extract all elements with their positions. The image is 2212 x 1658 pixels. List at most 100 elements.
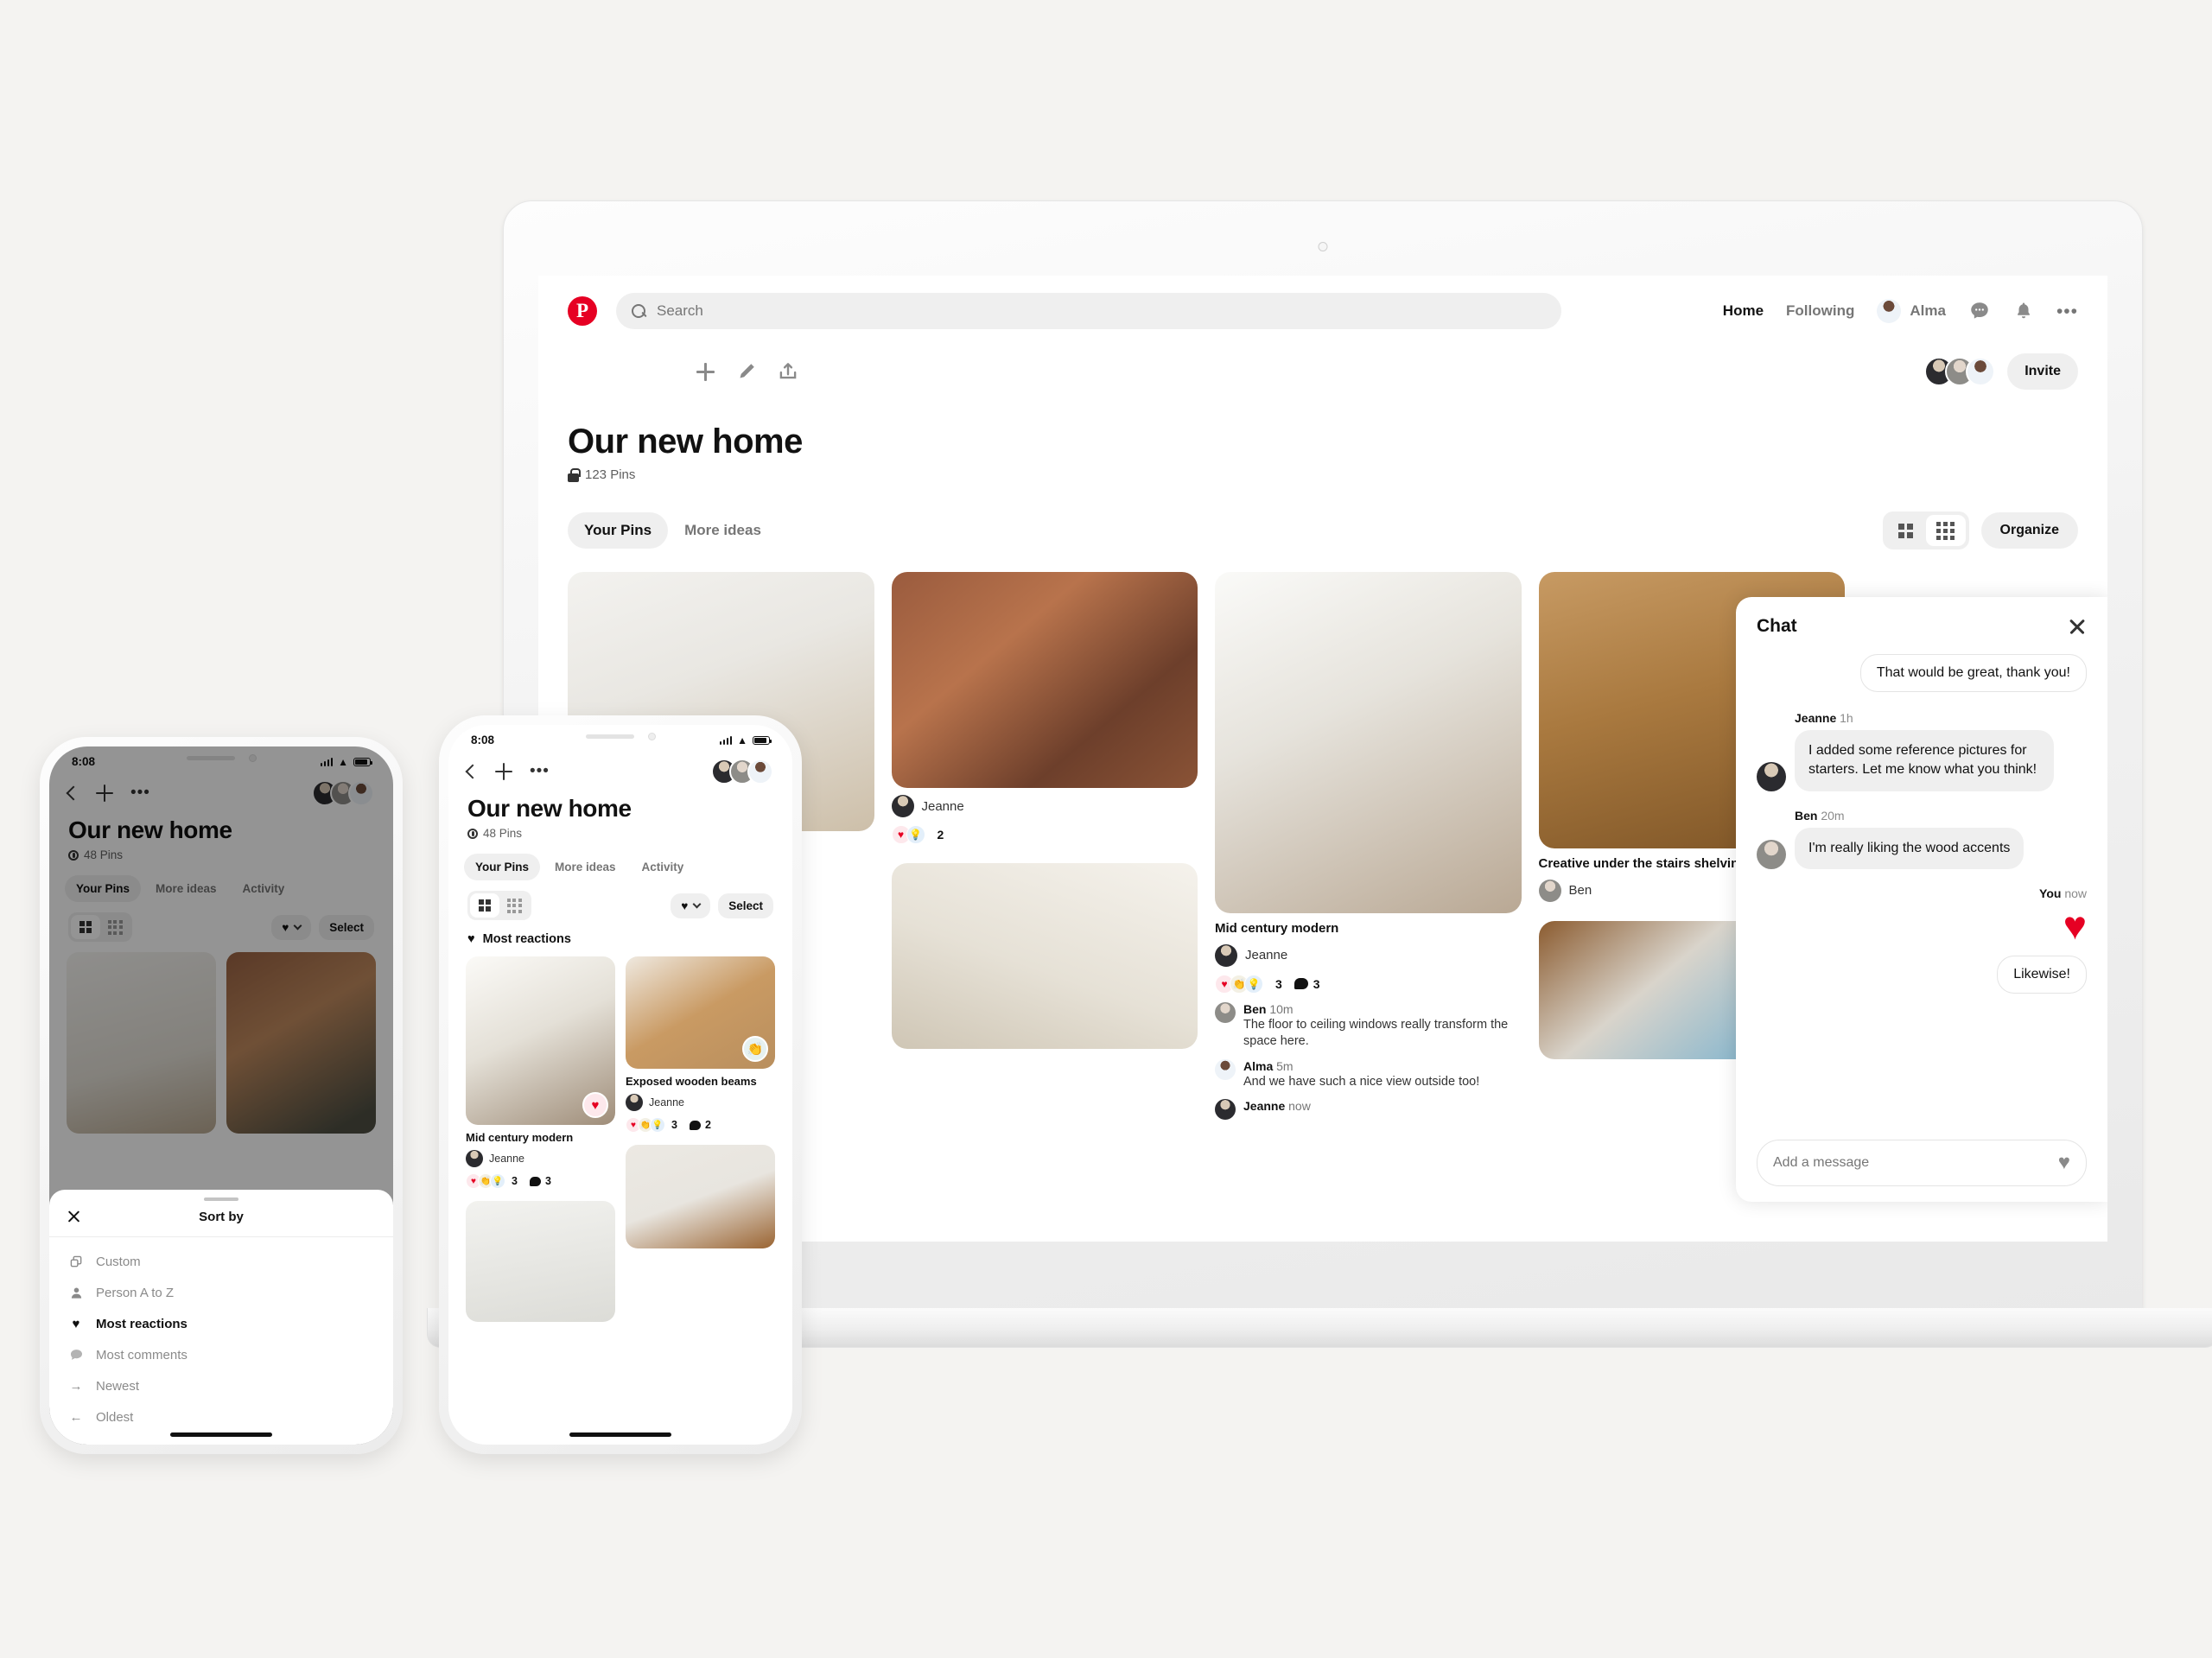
- pin-image[interactable]: [626, 1145, 775, 1249]
- chat-message-incoming: Ben 20m I'm really liking the wood accen…: [1757, 808, 2087, 870]
- chat-time: 20m: [1821, 808, 1845, 823]
- pin-image: [891, 863, 1198, 1049]
- comment-text: And we have such a nice view outside too…: [1243, 1074, 1480, 1089]
- sort-dropdown[interactable]: ♥: [671, 893, 711, 918]
- search-input[interactable]: Search: [616, 293, 1561, 329]
- sort-option-custom[interactable]: Custom: [49, 1246, 393, 1277]
- avatar: [1215, 1099, 1236, 1121]
- plus-icon[interactable]: [694, 360, 716, 383]
- chat-bubble-icon[interactable]: [1968, 300, 1991, 322]
- chat-input[interactable]: Add a message ♥: [1757, 1140, 2087, 1186]
- nav-following[interactable]: Following: [1786, 302, 1854, 320]
- tab-more-ideas[interactable]: More ideas: [668, 512, 778, 549]
- comment-time: now: [1288, 1099, 1311, 1114]
- pin-author-name: Jeanne: [1245, 948, 1288, 963]
- screenshot-stage: P Search Home Following Alma ••• Invite …: [0, 0, 2212, 1658]
- heart-icon: ♥: [2063, 903, 2087, 949]
- avatar: [1215, 1058, 1236, 1080]
- front-camera-icon: [647, 733, 656, 740]
- sheet-header: Sort by: [49, 1201, 393, 1237]
- sort-label-text: Most reactions: [482, 932, 571, 946]
- tab-your-pins[interactable]: Your Pins: [464, 854, 541, 880]
- pinterest-logo-icon[interactable]: P: [568, 296, 597, 326]
- pin-image: [891, 572, 1198, 788]
- sort-option-label: Most comments: [96, 1347, 188, 1363]
- avatar: [1966, 357, 1996, 386]
- sort-option-person-a-to-z[interactable]: Person A to Z: [49, 1277, 393, 1308]
- grid-small-icon[interactable]: [1925, 515, 1966, 546]
- pin-reactions[interactable]: ♥ 👏 💡 3 3: [466, 1173, 615, 1190]
- invite-button[interactable]: Invite: [2007, 353, 2078, 390]
- board-pin-count: 123 Pins: [585, 467, 636, 482]
- bell-icon[interactable]: [2013, 301, 2034, 321]
- pin-reactions[interactable]: ♥ 👏 💡 3 3: [1215, 974, 1522, 994]
- organize-button[interactable]: Organize: [1980, 512, 2078, 549]
- pin-reactions[interactable]: ♥ 👏 💡 3 2: [626, 1117, 775, 1134]
- pin-card[interactable]: Jeanne ♥ 💡 2: [891, 572, 1198, 844]
- pin-card[interactable]: [891, 863, 1198, 1049]
- comment-author: Ben: [1243, 1001, 1267, 1016]
- chat-message-incoming: Jeanne 1h I added some reference picture…: [1757, 711, 2087, 791]
- collaborator-avatars[interactable]: [711, 759, 773, 785]
- pin-image: ♥: [466, 956, 615, 1125]
- close-icon[interactable]: [2068, 617, 2087, 636]
- tab-more-ideas[interactable]: More ideas: [543, 854, 627, 880]
- collaborator-avatars[interactable]: [1924, 357, 1996, 386]
- chevron-left-icon[interactable]: [465, 764, 480, 779]
- grid-small-icon[interactable]: [499, 893, 529, 918]
- avatar: [1538, 879, 1561, 902]
- plus-icon[interactable]: [495, 763, 512, 780]
- phone-right-screen: 8:08 ▲ ••• Our new home 48 Pins Your Pin…: [448, 725, 792, 1445]
- pencil-icon[interactable]: [735, 360, 758, 383]
- tab-your-pins[interactable]: Your Pins: [568, 512, 669, 549]
- pin-card[interactable]: 👏 Exposed wooden beams Jeanne ♥ 👏 💡 3 2: [626, 956, 775, 1134]
- grid-large-icon[interactable]: [470, 893, 499, 918]
- comment-count: 3: [1313, 976, 1320, 991]
- sort-option-most-comments[interactable]: Most comments: [49, 1339, 393, 1370]
- home-indicator: [170, 1432, 272, 1437]
- nav-home[interactable]: Home: [1723, 302, 1764, 320]
- tab-activity[interactable]: Activity: [631, 854, 696, 880]
- desktop-header: P Search Home Following Alma •••: [538, 276, 2107, 329]
- pin-grid: ♥ Mid century modern Jeanne ♥ 👏 💡 3 3 👏 …: [448, 946, 792, 1323]
- board-tabs: Your Pins More ideas Organize: [568, 511, 2078, 549]
- person-icon: [68, 1285, 84, 1300]
- arrow-left-icon: ←: [69, 1409, 83, 1425]
- ellipsis-icon[interactable]: •••: [2056, 302, 2078, 321]
- sheet-title: Sort by: [199, 1210, 244, 1224]
- avatar: [891, 795, 914, 817]
- ellipsis-icon[interactable]: •••: [530, 763, 550, 780]
- comment-count-group[interactable]: 3: [1294, 977, 1320, 991]
- nav-account[interactable]: Alma: [1877, 299, 1946, 323]
- pin-card[interactable]: Mid century modern Jeanne ♥ 👏 💡 3 3 Ben …: [1215, 572, 1522, 1121]
- phone-left-screen: 8:08 ▲ ••• Our new home 48 Pins Your Pin…: [49, 746, 393, 1445]
- sort-option-oldest[interactable]: ← Oldest: [49, 1401, 393, 1432]
- comment-count-group[interactable]: 3: [529, 1175, 551, 1187]
- sort-by-sheet: Sort by Custom Person A to Z ♥ Most reac…: [49, 1190, 393, 1445]
- lock-icon: [467, 828, 478, 839]
- pin-image: 👏: [626, 956, 775, 1069]
- heart-icon: ♥: [467, 932, 475, 946]
- chat-bubble: I added some reference pictures for star…: [1795, 730, 2054, 791]
- grid-large-icon[interactable]: [1886, 515, 1926, 546]
- reaction-count: 3: [512, 1175, 518, 1188]
- nav-account-label: Alma: [1910, 302, 1946, 319]
- pin-author-name: Jeanne: [649, 1096, 685, 1109]
- pin-reactions[interactable]: ♥ 💡 2: [891, 825, 1198, 844]
- pin-image[interactable]: [466, 1201, 615, 1323]
- chat-messages: That would be great, thank you! Jeanne 1…: [1757, 637, 2087, 1140]
- chat-time: 1h: [1840, 711, 1853, 725]
- pin-card[interactable]: ♥ Mid century modern Jeanne ♥ 👏 💡 3 3: [466, 956, 615, 1190]
- board-collaborators: Invite: [1924, 353, 2078, 390]
- sort-option-most-reactions[interactable]: ♥ Most reactions: [49, 1308, 393, 1339]
- sort-option-newest[interactable]: → Newest: [49, 1370, 393, 1401]
- select-button[interactable]: Select: [718, 893, 773, 918]
- chat-message-outgoing: You now ♥: [1757, 886, 2087, 945]
- chat-author: Jeanne: [1795, 711, 1837, 725]
- comment-count-group[interactable]: 2: [689, 1119, 711, 1131]
- upload-icon[interactable]: [777, 360, 799, 383]
- pin-comment: Jeanne now: [1215, 1099, 1522, 1121]
- heart-icon[interactable]: ♥: [2058, 1153, 2070, 1173]
- phone-notch: [541, 725, 700, 748]
- laptop-camera-icon: [1318, 242, 1328, 251]
